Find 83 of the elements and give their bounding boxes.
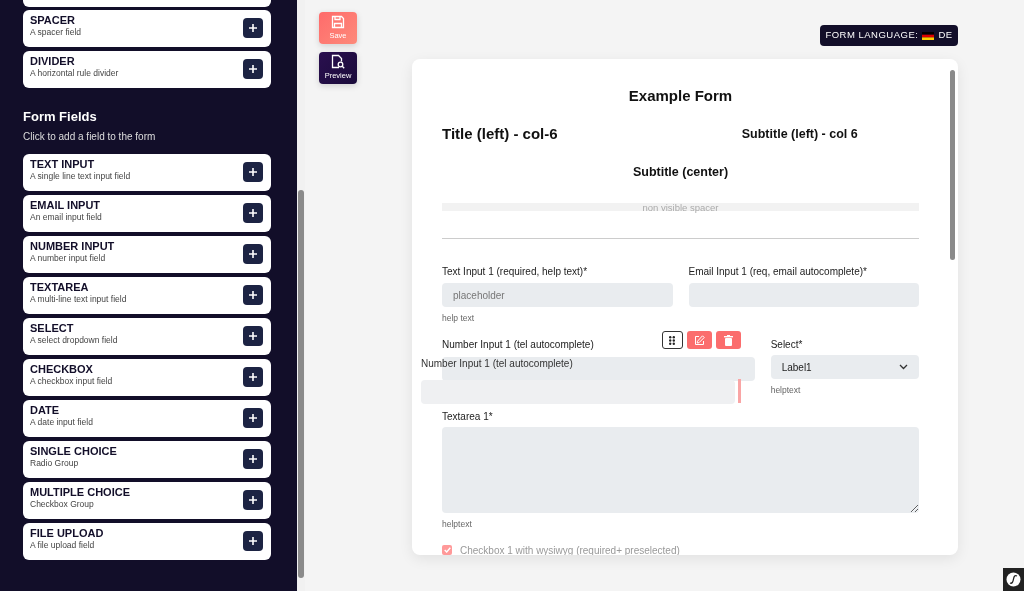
plus-icon [249, 372, 257, 381]
add-button[interactable] [243, 489, 263, 510]
help-text: helptext [770, 384, 802, 397]
field-type-title: MULTIPLE CHOICE [30, 485, 130, 499]
delete-button[interactable] [715, 331, 741, 349]
language-label: FORM LANGUAGE: [825, 28, 919, 43]
field-type-title: SINGLE CHOICE [30, 444, 117, 458]
plus-icon [249, 208, 257, 217]
plus-icon [249, 24, 257, 32]
plus-icon [249, 65, 257, 73]
plus-icon [249, 167, 257, 176]
add-button[interactable] [243, 407, 263, 428]
plus-icon [249, 495, 257, 504]
section-title: Form Fields [23, 108, 98, 126]
field-label: Select* [770, 338, 804, 351]
form-subheading: Subtitle (center) [631, 164, 730, 181]
drop-indicator [737, 379, 741, 403]
plus-icon [249, 290, 257, 299]
add-button[interactable] [243, 366, 263, 387]
field-type-title: SPACER [30, 14, 77, 27]
field-type-title: TEXT INPUT [30, 157, 96, 171]
section-subtitle: Click to add a field to the form [23, 129, 157, 144]
input-field[interactable]: placeholder [442, 283, 673, 308]
dragged-field-label: Number Input 1 (tel autocomplete) [421, 357, 573, 371]
form-title: Example Form [627, 86, 734, 106]
field-type-description: Checkbox Group [30, 498, 95, 509]
field-type-title: DATE [30, 403, 61, 417]
form-subheading: Subtitle (left) - col 6 [740, 125, 859, 143]
plus-icon [249, 536, 257, 545]
form-heading: Title (left) - col-6 [442, 123, 559, 144]
textarea-field[interactable] [442, 426, 919, 513]
spacer-label: non visible spacer [442, 202, 919, 211]
add-button[interactable] [243, 202, 263, 223]
field-type-description: A date input field [30, 416, 93, 427]
plus-icon [249, 331, 257, 340]
add-button[interactable] [243, 530, 263, 551]
field-type-description: An email input field [30, 211, 102, 222]
save-icon [331, 14, 345, 29]
add-button[interactable] [243, 59, 263, 79]
field-label: Textarea 1* [442, 409, 494, 423]
checkbox[interactable] [442, 545, 452, 555]
drag-handle[interactable] [661, 331, 683, 349]
help-text: help text [442, 312, 476, 325]
field-type-title: NUMBER INPUT [30, 239, 115, 253]
delete-icon [723, 334, 733, 346]
language-code: DE [938, 28, 953, 43]
field-label: Number Input 1 (tel autocomplete) [442, 338, 594, 351]
field-type-description: A spacer field [30, 27, 82, 37]
add-button[interactable] [243, 284, 263, 305]
add-button[interactable] [243, 161, 263, 182]
field-type-description: A number input field [30, 252, 107, 263]
language-badge[interactable]: FORM LANGUAGE: DE [820, 25, 958, 46]
add-button[interactable] [243, 448, 263, 469]
field-type-title: EMAIL INPUT [30, 198, 102, 212]
plus-icon [249, 454, 257, 463]
edit-icon [693, 334, 705, 346]
field-type-description: A checkbox input field [30, 375, 113, 386]
add-button[interactable] [243, 325, 263, 346]
field-type-description: A multi-line text input field [30, 293, 127, 304]
field-type-title: DIVIDER [30, 55, 76, 68]
field-type-description: A select dropdown field [30, 334, 118, 345]
checkbox-label: Checkbox 1 with wysiwyg (required+ preselected) [460, 543, 680, 555]
field-label: Text Input 1 (required, help text)* [442, 264, 589, 278]
select-field[interactable]: Label1 [770, 355, 919, 379]
field-type-description: A horizontal rule divider [30, 68, 119, 78]
flag-icon [922, 31, 935, 40]
field-type-title: CHECKBOX [30, 362, 94, 376]
plus-icon [249, 249, 257, 258]
document-search-icon [331, 54, 345, 70]
field-type-title: FILE UPLOAD [30, 526, 104, 540]
chevron-down-icon [899, 364, 908, 370]
add-button[interactable] [243, 18, 263, 38]
field-type-description: A file upload field [30, 539, 96, 550]
field-type-title: TEXTAREA [30, 280, 90, 294]
grip-icon [669, 335, 676, 345]
field-type-description: Radio Group [30, 457, 80, 468]
plus-icon [249, 413, 257, 422]
add-button[interactable] [243, 243, 263, 264]
field-label: Email Input 1 (req, email autocomplete)* [688, 264, 868, 278]
field-type-description: A single line text input field [30, 170, 131, 181]
logo-icon[interactable] [1003, 568, 1024, 591]
field-type-title: SELECT [30, 321, 75, 335]
help-text: helptext [442, 517, 473, 531]
